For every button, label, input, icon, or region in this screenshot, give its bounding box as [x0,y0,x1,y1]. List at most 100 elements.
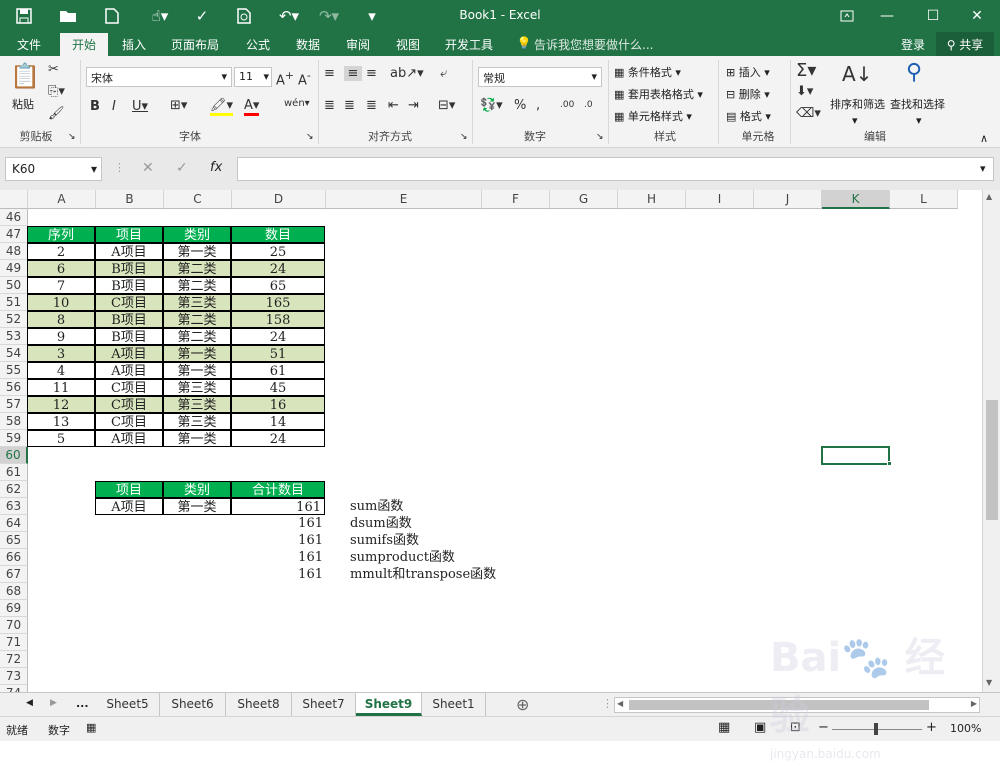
dialog-launcher-icon[interactable]: ↘ [596,132,604,142]
table1-cell[interactable]: C项目 [95,413,163,430]
table1-cell[interactable]: 第二类 [163,277,231,294]
row-header[interactable]: 62 [0,481,28,498]
insert-cells-button[interactable]: ⊞ 插入 ▾ [726,64,770,80]
column-header[interactable]: C [164,190,232,209]
dialog-launcher-icon[interactable]: ↘ [68,132,76,142]
scroll-up-icon[interactable]: ▲ [986,192,992,201]
column-header[interactable]: G [550,190,618,209]
number-format-select[interactable]: 常规 ▾ [478,67,602,87]
conditional-format-button[interactable]: ▦ 条件格式 ▾ [614,64,681,80]
result-note[interactable]: mmult和transpose函数 [350,566,650,583]
table1-cell[interactable]: 第二类 [163,311,231,328]
table1-cell[interactable]: 24 [231,328,325,345]
row-header-selected[interactable]: 60 [0,447,28,464]
row-header[interactable]: 63 [0,498,28,515]
table1-cell[interactable]: 2 [27,243,95,260]
table1-header-cell[interactable]: 类别 [163,226,231,243]
table1-cell[interactable]: 7 [27,277,95,294]
copy-icon[interactable]: ⎘▾ [48,84,65,99]
decrease-indent-icon[interactable]: ⇤ [388,98,399,113]
table1-cell[interactable]: C项目 [95,379,163,396]
clear-icon[interactable]: ⌫▾ [796,106,821,121]
collapse-ribbon-icon[interactable]: ∧ [980,132,988,145]
table1-cell[interactable]: 第一类 [163,430,231,447]
result-note[interactable]: sumproduct函数 [350,549,650,566]
column-header[interactable]: E [326,190,482,209]
decrease-decimal-icon[interactable]: .0 [584,100,593,110]
find-select-button[interactable]: 查找和选择 [890,96,945,112]
grow-font-icon[interactable]: A+ [276,69,294,88]
column-header[interactable]: B [96,190,164,209]
table2-header-cell[interactable]: 项目 [95,481,163,498]
table1-cell[interactable]: A项目 [95,362,163,379]
fill-icon[interactable]: ⬇▾ [796,84,813,99]
scrollbar-thumb[interactable] [986,400,998,520]
tab-home[interactable]: 开始 [60,33,108,56]
italic-icon[interactable]: I [112,99,116,114]
table2-cell[interactable]: 161 [231,498,325,515]
table2-cell[interactable]: A项目 [95,498,163,515]
row-header[interactable]: 51 [0,294,28,311]
result-note[interactable]: dsum函数 [350,515,650,532]
row-header[interactable]: 50 [0,277,28,294]
table1-cell[interactable]: 第三类 [163,396,231,413]
table1-cell[interactable]: 9 [27,328,95,345]
confirm-entry-icon[interactable]: ✓ [176,160,188,176]
table1-cell[interactable]: 165 [231,294,325,311]
column-header[interactable]: L [890,190,958,209]
row-header[interactable]: 49 [0,260,28,277]
font-name-select[interactable]: 宋体 ▾ [86,67,232,87]
select-all-corner[interactable] [0,190,28,209]
sheet-tab[interactable]: Sheet8 [226,693,292,716]
align-top-icon[interactable]: ≡ [324,66,335,81]
table1-cell[interactable]: 13 [27,413,95,430]
format-as-table-button[interactable]: ▦ 套用表格格式 ▾ [614,86,703,102]
column-header[interactable]: A [28,190,96,209]
shrink-font-icon[interactable]: A- [298,69,311,88]
row-header[interactable]: 64 [0,515,28,532]
table1-cell[interactable]: 65 [231,277,325,294]
dialog-launcher-icon[interactable]: ↘ [460,132,468,142]
magnifier-icon[interactable]: ⚲ [906,60,922,85]
percent-icon[interactable]: % [514,98,526,113]
row-header[interactable]: 73 [0,668,28,685]
paste-icon[interactable]: 📋 [10,62,40,92]
table1-cell[interactable]: 6 [27,260,95,277]
tell-me-search[interactable]: 告诉我您想要做什么... [534,36,654,53]
share-button[interactable]: ⚲ 共享 [936,32,994,56]
autosum-icon[interactable]: Σ▾ [796,60,816,81]
tab-review[interactable]: 审阅 [338,36,378,53]
table1-cell[interactable]: 第三类 [163,413,231,430]
merge-center-icon[interactable]: ⊟▾ [438,98,455,113]
table2-cell[interactable]: 第一类 [163,498,231,515]
table1-cell[interactable]: A项目 [95,243,163,260]
row-header[interactable]: 54 [0,345,28,362]
table1-cell[interactable]: 第三类 [163,294,231,311]
increase-indent-icon[interactable]: ⇥ [408,98,419,113]
table1-cell[interactable]: 45 [231,379,325,396]
table1-cell[interactable]: 24 [231,260,325,277]
column-header[interactable]: J [754,190,822,209]
row-header[interactable]: 59 [0,430,28,447]
table1-cell[interactable]: 16 [231,396,325,413]
align-left-icon[interactable]: ≣ [324,98,335,113]
row-header[interactable]: 66 [0,549,28,566]
sort-filter-icon[interactable]: A↓ [842,62,872,86]
row-header[interactable]: 55 [0,362,28,379]
tab-formulas[interactable]: 公式 [238,36,278,53]
scroll-left-icon[interactable]: ◀ [617,699,623,708]
table1-cell[interactable]: 第一类 [163,243,231,260]
tab-view[interactable]: 视图 [388,36,428,53]
table1-cell[interactable]: 4 [27,362,95,379]
normal-view-icon[interactable]: ▦ [718,720,730,735]
row-header[interactable]: 46 [0,209,28,226]
table2-header-cell[interactable]: 合计数目 [231,481,325,498]
column-header[interactable]: F [482,190,550,209]
table1-cell[interactable]: B项目 [95,277,163,294]
row-header[interactable]: 56 [0,379,28,396]
table1-cell[interactable]: 3 [27,345,95,362]
column-header[interactable]: D [232,190,326,209]
table1-cell[interactable]: 5 [27,430,95,447]
result-value[interactable]: 161 [232,515,326,532]
sheet-tab[interactable]: Sheet5 [96,693,160,716]
